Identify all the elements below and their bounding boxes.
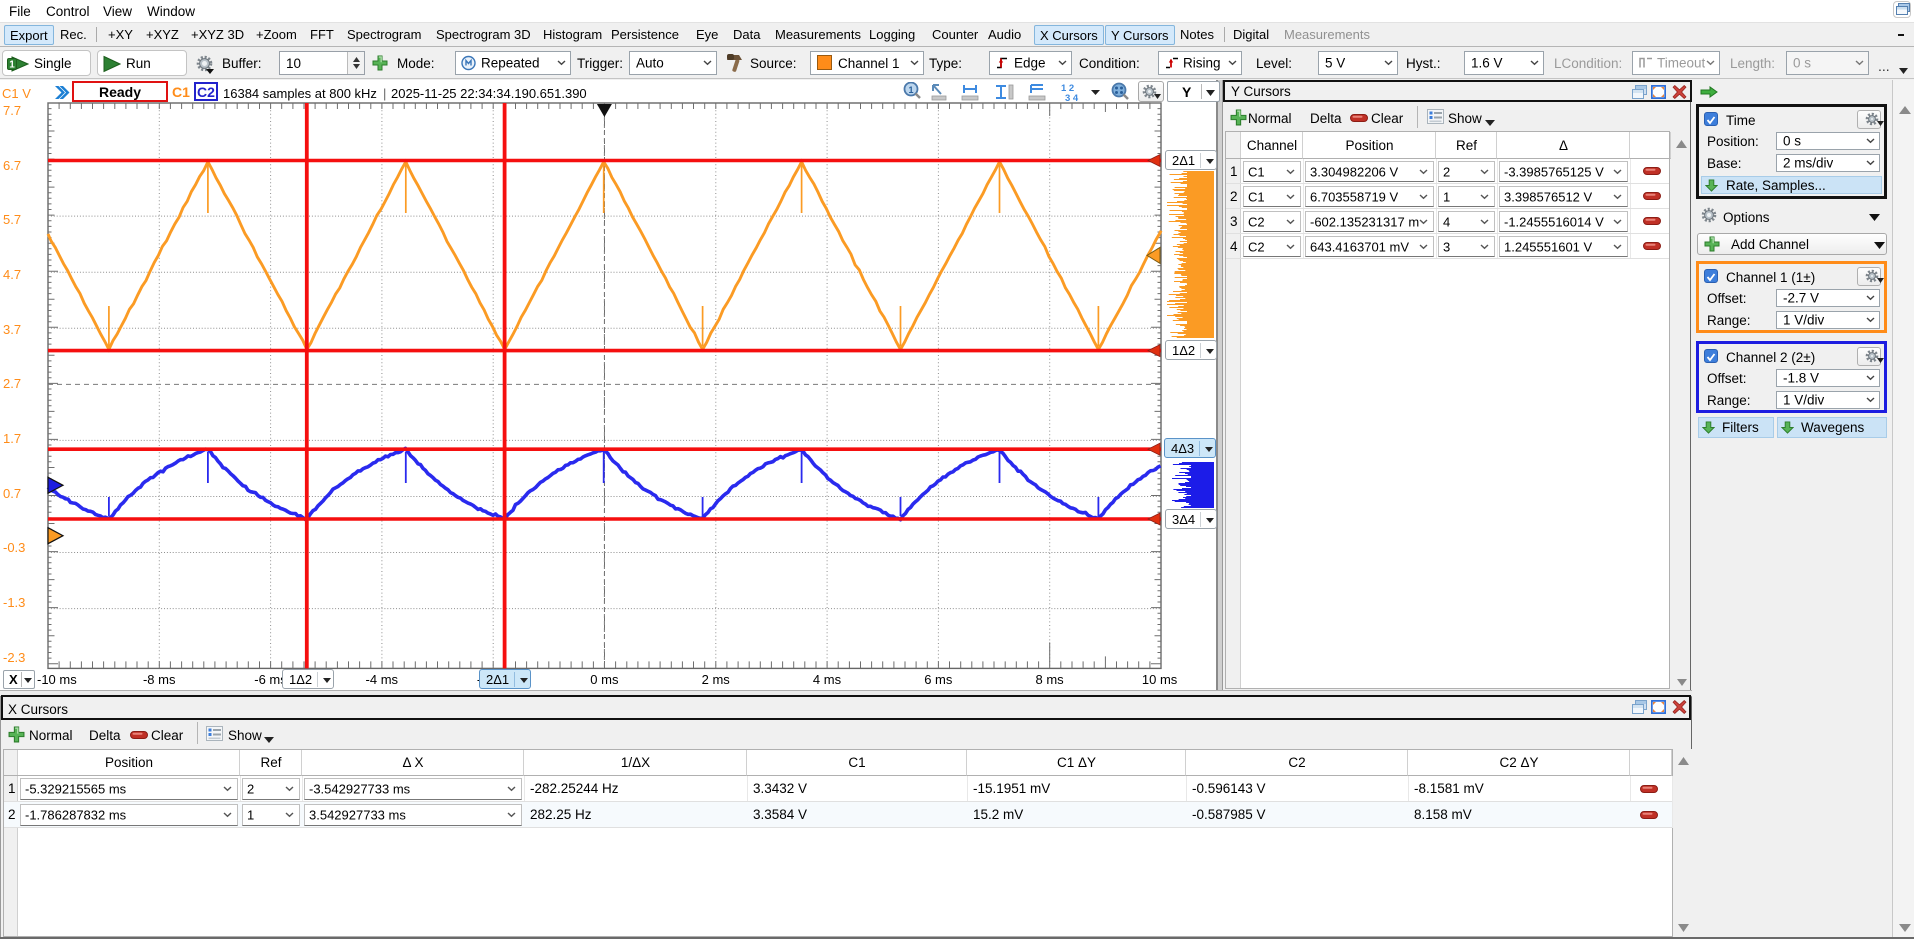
svg-text:1: 1	[9, 60, 15, 71]
